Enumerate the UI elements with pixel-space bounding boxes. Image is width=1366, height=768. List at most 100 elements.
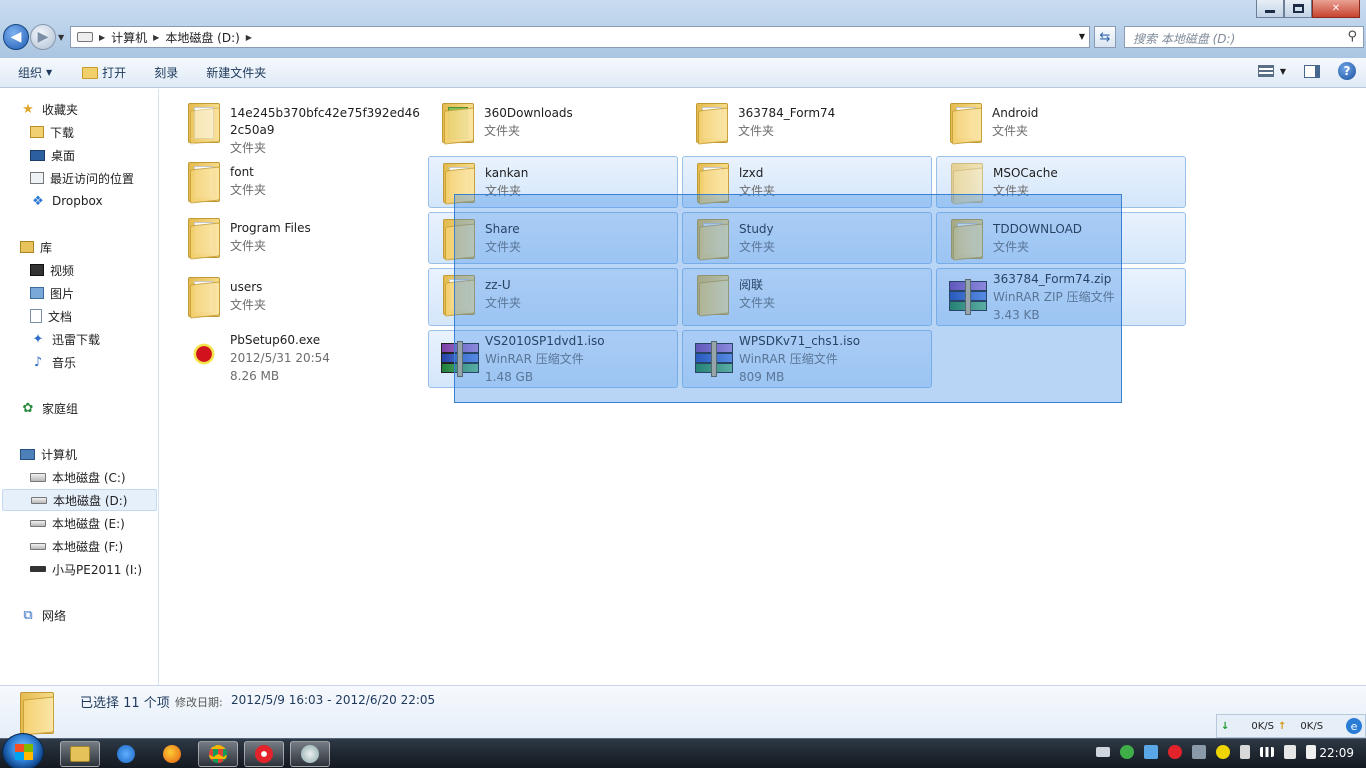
nav-label: 家庭组 (42, 401, 79, 416)
picture-icon (30, 287, 44, 299)
nav-label: 视频 (50, 263, 75, 278)
weibo-tray-icon[interactable] (1168, 745, 1182, 759)
nav-pictures[interactable]: 图片 (30, 282, 74, 304)
file-type: 文件夹 (230, 141, 267, 155)
navigation-pane: ★ 收藏夹 下载 桌面 最近访问的位置 ❖ Dropbox 库 视频 图片 文档 ✦… (0, 89, 159, 685)
folder-icon (188, 218, 220, 260)
nav-thunder-downloads[interactable]: ✦ 迅雷下载 (30, 328, 100, 350)
folder-icon (20, 692, 54, 736)
arrow-right-icon: ▶ (37, 29, 49, 45)
back-button[interactable]: ◀ (3, 24, 29, 50)
recent-pages-dropdown[interactable]: ▼ (58, 33, 64, 42)
minimize-button[interactable] (1256, 0, 1284, 18)
drive-icon (30, 542, 46, 550)
nav-computer[interactable]: 计算机 (20, 443, 77, 465)
nav-label: 下载 (50, 125, 75, 140)
nav-drive-f[interactable]: 本地磁盘 (F:) (30, 535, 123, 557)
address-bar[interactable]: ▶ 计算机 ▶ 本地磁盘 (D:) ▶ ▼ (70, 26, 1090, 48)
search-placeholder: 搜索 本地磁盘 (D:) (1133, 32, 1236, 46)
breadcrumb-drive-d[interactable]: 本地磁盘 (D:) (165, 29, 239, 46)
file-name: MSOCache (993, 166, 1058, 180)
maximize-icon (1292, 4, 1304, 13)
browser-icon[interactable]: e (1346, 718, 1362, 734)
file-name: 360Downloads (484, 106, 573, 120)
nav-music[interactable]: ♪ 音乐 (30, 351, 76, 373)
taskbar-weibo[interactable] (244, 741, 284, 767)
file-item-folder[interactable]: users 文件夹 (174, 271, 424, 323)
nav-downloads[interactable]: 下载 (30, 121, 74, 143)
file-item-folder[interactable]: 360Downloads 文件夹 (428, 97, 678, 149)
video-icon (30, 264, 44, 276)
open-button[interactable]: 打开 (82, 64, 126, 81)
taskbar-app[interactable] (290, 741, 330, 767)
file-item-folder[interactable]: 363784_Form74 文件夹 (682, 97, 932, 149)
network-speed-widget[interactable]: ↓ 0K/S ↑ 0K/S e (1216, 714, 1366, 738)
chevron-right-icon[interactable]: ▶ (246, 33, 252, 42)
file-item-folder[interactable]: 14e245b370bfc42e75f392ed462c50a9 文件夹 (174, 97, 424, 159)
refresh-button[interactable]: ⇆ (1094, 26, 1116, 48)
dropbox-tray-icon[interactable] (1144, 745, 1158, 759)
address-dropdown-icon[interactable]: ▼ (1079, 32, 1085, 41)
change-view-icon[interactable] (1257, 65, 1274, 77)
taskbar-explorer[interactable] (60, 741, 100, 767)
maximize-button[interactable] (1284, 0, 1312, 18)
taskbar-ie[interactable] (106, 741, 146, 767)
start-button[interactable] (2, 733, 44, 768)
computer-icon (20, 448, 35, 460)
nav-drive-c[interactable]: 本地磁盘 (C:) (30, 466, 126, 488)
music-icon: ♪ (33, 354, 43, 370)
file-name: 14e245b370bfc42e75f392ed462c50a9 (230, 106, 420, 137)
keyboard-icon[interactable] (1096, 747, 1110, 757)
add-tray-icon[interactable] (1216, 745, 1230, 759)
file-type: 文件夹 (230, 298, 267, 312)
nav-drive-e[interactable]: 本地磁盘 (E:) (30, 512, 125, 534)
nav-drive-d[interactable]: 本地磁盘 (D:) (2, 489, 157, 511)
open-label: 打开 (102, 66, 127, 80)
battery-icon[interactable] (1240, 745, 1250, 759)
nav-libraries[interactable]: 库 (20, 236, 52, 258)
volume-icon[interactable] (1284, 745, 1296, 759)
nav-recent-places[interactable]: 最近访问的位置 (30, 167, 134, 189)
nav-desktop[interactable]: 桌面 (30, 144, 75, 166)
chevron-right-icon[interactable]: ▶ (99, 33, 105, 42)
usb-tray-icon[interactable] (1192, 745, 1206, 759)
file-item-folder[interactable]: font 文件夹 (174, 156, 424, 208)
file-item-folder[interactable]: Android 文件夹 (936, 97, 1186, 149)
system-tray (1096, 745, 1316, 759)
nav-dropbox[interactable]: ❖ Dropbox (30, 190, 102, 212)
sync-icon[interactable] (1120, 745, 1134, 759)
new-folder-button[interactable]: 新建文件夹 (206, 64, 266, 81)
file-type: 文件夹 (992, 124, 1029, 138)
close-button[interactable]: ✕ (1312, 0, 1360, 18)
nav-homegroup[interactable]: ✿ 家庭组 (20, 397, 78, 419)
help-icon[interactable]: ? (1338, 62, 1356, 80)
view-dropdown-icon[interactable]: ▼ (1280, 67, 1286, 76)
forward-button[interactable]: ▶ (30, 24, 56, 50)
taskbar-firefox[interactable] (152, 741, 192, 767)
taskbar-chrome[interactable] (198, 741, 238, 767)
organize-button[interactable]: 组织 ▼ (18, 64, 52, 81)
preview-pane-icon[interactable] (1304, 64, 1320, 78)
flag-icon[interactable] (1306, 745, 1316, 759)
chevron-right-icon[interactable]: ▶ (153, 33, 159, 42)
file-item-exe[interactable]: PbSetup60.exe 2012/5/31 20:54 8.26 MB (174, 330, 424, 388)
search-icon[interactable]: ⚲ (1347, 29, 1357, 44)
app-icon (301, 745, 319, 763)
date-modified-range: 2012/5/9 16:03 - 2012/6/20 22:05 (231, 693, 436, 707)
chrome-icon (209, 745, 227, 763)
folder-icon (188, 162, 220, 204)
drive-icon (77, 32, 93, 42)
nav-videos[interactable]: 视频 (30, 259, 74, 281)
desktop-icon (30, 149, 45, 161)
signal-icon[interactable] (1260, 747, 1274, 757)
nav-documents[interactable]: 文档 (30, 305, 72, 327)
file-item-folder[interactable]: Program Files 文件夹 (174, 212, 424, 264)
nav-favorites[interactable]: ★ 收藏夹 (20, 98, 78, 120)
search-input[interactable]: 搜索 本地磁盘 (D:) ⚲ (1124, 26, 1364, 48)
nav-network[interactable]: ⧉ 网络 (20, 604, 66, 626)
nav-label: 文档 (48, 309, 73, 324)
clock[interactable]: 22:09 (1319, 746, 1354, 760)
breadcrumb-computer[interactable]: 计算机 (111, 29, 147, 46)
burn-button[interactable]: 刻录 (154, 64, 178, 81)
nav-drive-i[interactable]: 小马PE2011 (I:) (30, 558, 142, 580)
